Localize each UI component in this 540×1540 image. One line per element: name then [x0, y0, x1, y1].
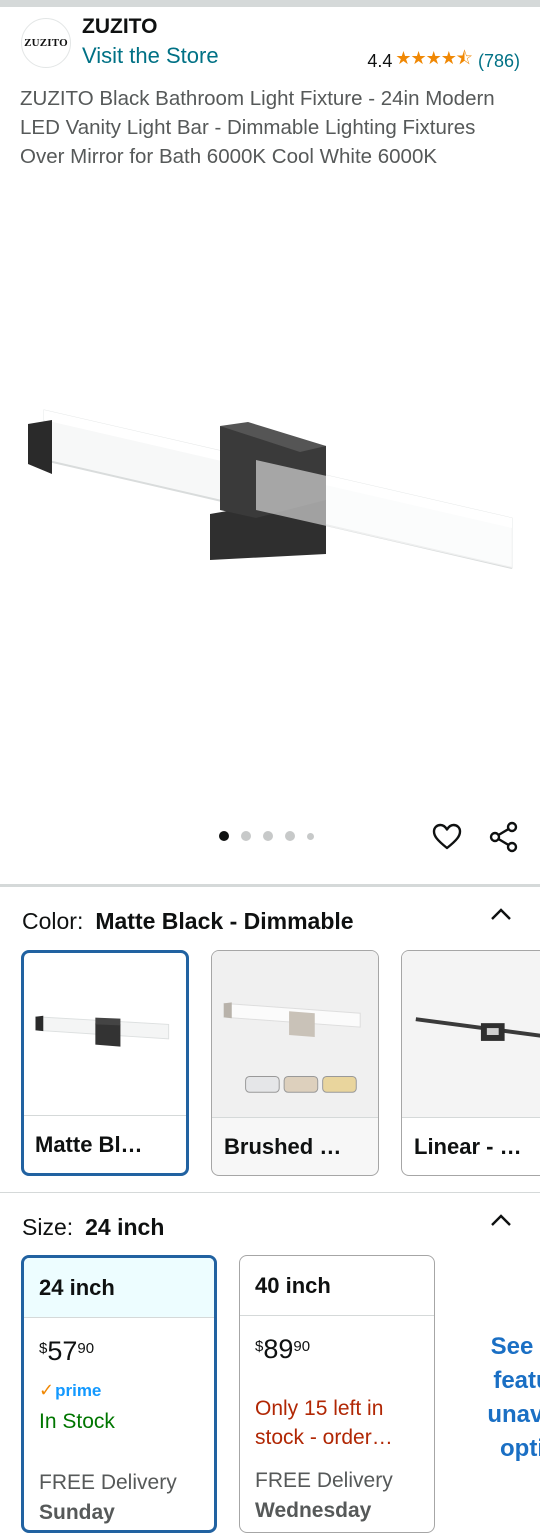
carousel-dot-3[interactable]	[263, 831, 273, 841]
delivery-day: Sunday	[39, 1501, 115, 1524]
price-fraction: 90	[77, 1340, 95, 1357]
prime-label: prime	[55, 1380, 102, 1400]
delivery-label: FREE Delivery	[39, 1471, 177, 1494]
visit-store-link[interactable]: Visit the Store	[82, 43, 219, 69]
rating-count[interactable]: (786)	[478, 51, 520, 72]
price-currency: $	[255, 1338, 264, 1355]
color-label: Color:	[22, 908, 84, 934]
chevron-up-icon[interactable]	[490, 907, 512, 921]
carousel-dot-4[interactable]	[285, 831, 295, 841]
delivery-label: FREE Delivery	[255, 1469, 393, 1492]
stock-line-2: stock - order…	[255, 1426, 393, 1449]
size-option-name: 24 inch	[24, 1258, 214, 1318]
star-rating-icon: ★★★★⯪	[395, 48, 473, 68]
section-divider	[0, 884, 540, 887]
rating-value: 4.4	[367, 50, 393, 71]
size-option-price: $89 90	[255, 1334, 310, 1364]
size-selected-value: 24 inch	[85, 1214, 165, 1240]
stock-line-1: Only 15 left in	[255, 1397, 384, 1420]
image-carousel-dots	[219, 831, 314, 841]
prime-badge: ✓ prime	[39, 1380, 101, 1401]
store-header: ZUZITO ZUZITO Visit the Store 4.4 ★★★★⯪ …	[0, 10, 540, 78]
carousel-dot-5[interactable]	[307, 832, 314, 840]
size-option-price: $57 90	[39, 1336, 94, 1366]
rating-summary[interactable]: 4.4 ★★★★⯪ (786)	[367, 46, 520, 76]
product-image[interactable]	[0, 390, 540, 590]
color-option-label: Matte Bl…	[24, 1115, 186, 1173]
see-more-line: See 2	[490, 1333, 540, 1360]
price-fraction: 90	[293, 1338, 311, 1355]
color-option-matte-black[interactable]: Matte Bl…	[21, 950, 189, 1176]
color-option-label: Brushed …	[212, 1117, 378, 1175]
see-unavailable-options-link[interactable]: See 2 featu unava opti	[462, 1330, 540, 1466]
size-option-name: 40 inch	[240, 1256, 434, 1316]
color-option-brushed[interactable]: Brushed …	[211, 950, 379, 1176]
price-whole: 57	[47, 1336, 78, 1366]
section-divider	[0, 1192, 540, 1193]
color-option-image	[402, 951, 540, 1117]
delivery-info: FREE Delivery Wednesday	[255, 1466, 393, 1526]
product-title: ZUZITO Black Bathroom Light Fixture - 24…	[20, 87, 495, 168]
carousel-dot-2[interactable]	[241, 831, 251, 841]
stock-status: Only 15 left in stock - order…	[255, 1394, 425, 1452]
see-more-line: opti	[500, 1435, 540, 1462]
color-option-image	[212, 951, 378, 1117]
prime-check-icon: ✓	[39, 1380, 55, 1400]
color-selected-value: Matte Black - Dimmable	[95, 908, 354, 934]
stock-status: In Stock	[39, 1410, 115, 1433]
top-border	[0, 0, 540, 7]
brand-logo[interactable]: ZUZITO	[21, 18, 71, 68]
share-icon[interactable]	[488, 821, 520, 853]
delivery-day: Wednesday	[255, 1499, 372, 1522]
see-more-line: featu	[493, 1367, 540, 1394]
see-more-line: unava	[487, 1401, 540, 1428]
size-option-40-inch[interactable]: 40 inch $89 90 Only 15 left in stock - or…	[239, 1255, 435, 1533]
chevron-up-icon[interactable]	[490, 1213, 512, 1227]
color-option-linear[interactable]: Linear - …	[401, 950, 540, 1176]
delivery-info: FREE Delivery Sunday	[39, 1468, 177, 1528]
color-option-image	[35, 1015, 170, 1047]
size-option-24-inch[interactable]: 24 inch $57 90 ✓ prime In Stock FREE Deliv…	[21, 1255, 217, 1533]
size-label: Size:	[22, 1214, 74, 1240]
carousel-dot-1[interactable]	[219, 831, 229, 841]
brand-name: ZUZITO	[82, 15, 158, 38]
heart-icon[interactable]	[431, 821, 463, 853]
size-selector-label: Size: 24 inch	[22, 1214, 164, 1241]
price-whole: 89	[263, 1334, 294, 1364]
price-currency: $	[39, 1340, 48, 1357]
color-selector-label: Color: Matte Black - Dimmable	[22, 908, 354, 935]
color-option-label: Linear - …	[402, 1117, 540, 1175]
